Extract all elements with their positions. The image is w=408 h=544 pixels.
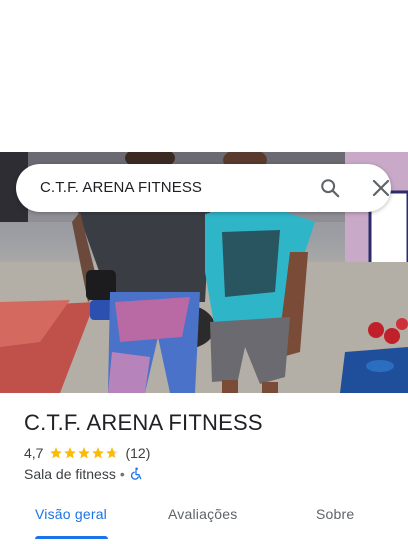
- tab-bar: Visão geral Avaliações Sobre: [0, 496, 408, 544]
- search-icon[interactable]: [319, 177, 341, 199]
- place-panel: C.T.F. ARENA FITNESS C.T.F. ARENA FITNES…: [0, 0, 408, 544]
- category-separator: •: [119, 466, 125, 482]
- tab-about[interactable]: Sobre: [316, 506, 354, 522]
- star-rating: [49, 446, 119, 460]
- star-icon: [50, 447, 63, 459]
- tab-reviews[interactable]: Avaliações: [168, 506, 237, 522]
- tab-overview[interactable]: Visão geral: [35, 506, 107, 522]
- star-icon: [64, 447, 77, 459]
- category-label: Sala de fitness: [24, 466, 116, 482]
- search-input[interactable]: C.T.F. ARENA FITNESS: [40, 179, 202, 196]
- rating-value: 4,7: [24, 445, 44, 461]
- active-tab-indicator: [35, 536, 108, 539]
- star-icon: [92, 447, 105, 459]
- star-icon: [78, 447, 91, 459]
- search-bar[interactable]: C.T.F. ARENA FITNESS: [16, 164, 391, 212]
- place-title: C.T.F. ARENA FITNESS: [24, 410, 263, 435]
- rating-row[interactable]: 4,7 (12): [24, 444, 150, 462]
- category-row: Sala de fitness •: [24, 465, 143, 483]
- star-half-icon: [106, 447, 119, 459]
- review-count[interactable]: (12): [125, 445, 150, 461]
- close-icon[interactable]: [371, 178, 391, 198]
- wheelchair-icon: [129, 467, 143, 481]
